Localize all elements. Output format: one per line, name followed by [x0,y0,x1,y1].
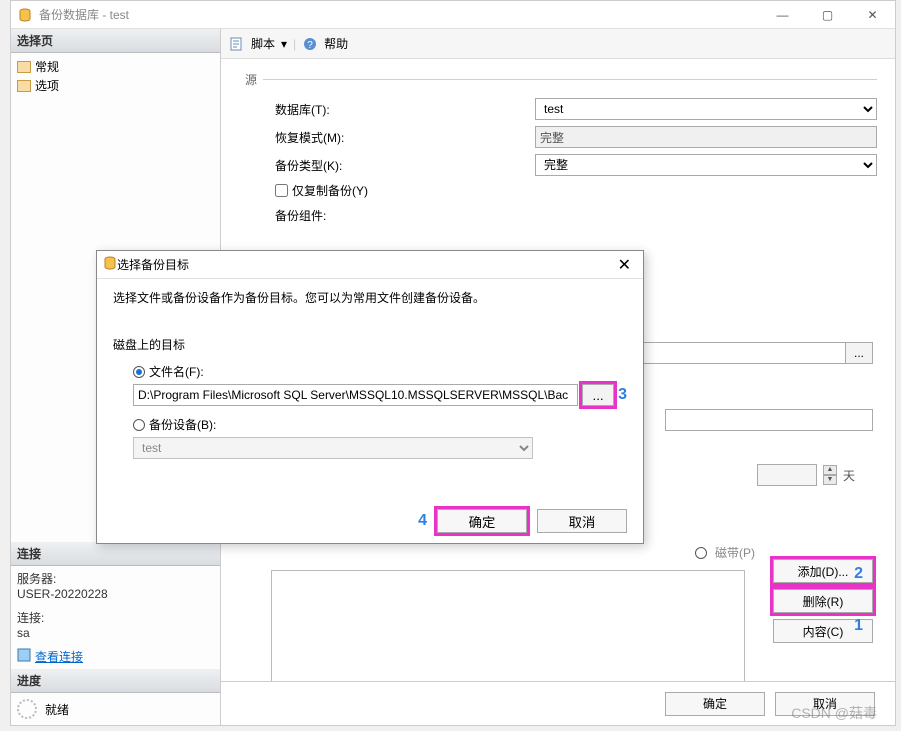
chevron-down-icon: ▾ [281,37,287,51]
modal-description: 选择文件或备份设备作为备份目标。您可以为常用文件创建备份设备。 [113,289,627,306]
backup-component-label: 备份组件: [275,207,535,224]
database-select[interactable]: test [535,98,877,120]
server-value: USER-20220228 [17,587,214,601]
annotation-3: 3 [618,386,627,404]
progress-spinner-icon [17,699,37,719]
page-icon [17,80,31,92]
recovery-label: 恢复模式(M): [275,129,535,146]
browse-button[interactable]: ... [582,384,614,406]
page-icon [17,61,31,73]
recovery-field [535,126,877,148]
script-icon [229,36,245,52]
help-button[interactable]: 帮助 [324,35,348,52]
modal-cancel-button[interactable]: 取消 [537,509,627,533]
sidebar-item-label: 选项 [35,77,59,94]
toolbar: 脚本 ▾ | ? 帮助 [221,29,895,59]
tape-label: 磁带(P) [715,544,755,561]
device-radio-label: 备份设备(B): [149,416,216,433]
database-icon [103,256,117,273]
annotation-1: 1 [854,617,863,635]
progress-status: 就绪 [45,701,69,718]
browse-main-button[interactable]: ... [845,342,873,364]
file-radio-label: 文件名(F): [149,363,204,380]
conn-value: sa [17,626,214,640]
destination-list[interactable] [271,570,745,681]
database-label: 数据库(T): [275,101,535,118]
days-label: 天 [843,467,855,484]
sidebar-item-label: 常规 [35,58,59,75]
close-button[interactable]: ✕ [850,1,895,29]
connection-header: 连接 [11,542,220,566]
help-icon: ? [302,36,318,52]
spin-up-icon[interactable]: ▲ [823,465,837,475]
device-radio[interactable] [133,419,145,431]
disk-target-label: 磁盘上的目标 [113,336,627,353]
titlebar: 备份数据库 - test — ▢ ✕ [11,1,895,29]
file-radio[interactable] [133,366,145,378]
source-group-label: 源 [245,71,257,88]
server-label: 服务器: [17,570,214,587]
device-select: test [133,437,533,459]
select-backup-dest-dialog: 选择备份目标 ✕ 选择文件或备份设备作为备份目标。您可以为常用文件创建备份设备。… [96,250,644,544]
script-dropdown[interactable]: 脚本 [251,35,275,52]
annotation-4: 4 [418,512,427,530]
spin-down-icon[interactable]: ▼ [823,475,837,485]
remove-button[interactable]: 删除(R) [773,589,873,613]
days-spinner[interactable] [757,464,817,486]
watermark: CSDN @菇毒 [791,703,877,723]
select-page-header: 选择页 [11,29,220,53]
annotation-2: 2 [854,565,863,583]
modal-close-button[interactable]: ✕ [612,255,637,275]
minimize-button[interactable]: — [760,1,805,29]
database-icon [17,7,33,23]
copy-only-label: 仅复制备份(Y) [292,182,368,199]
view-connection-link[interactable]: 查看连接 [35,648,83,665]
backup-type-select[interactable]: 完整 [535,154,877,176]
backup-type-label: 备份类型(K): [275,157,535,174]
copy-only-checkbox[interactable] [275,184,288,197]
conn-label: 连接: [17,609,214,626]
progress-header: 进度 [11,669,220,693]
modal-ok-button[interactable]: 确定 [437,509,527,533]
sidebar-item-options[interactable]: 选项 [17,76,214,95]
sidebar-item-general[interactable]: 常规 [17,57,214,76]
maximize-button[interactable]: ▢ [805,1,850,29]
svg-text:?: ? [307,40,313,51]
tape-radio[interactable] [695,547,707,559]
connection-icon [17,648,31,665]
ok-button[interactable]: 确定 [665,692,765,716]
secondary-input[interactable] [665,409,873,431]
modal-title: 选择备份目标 [117,256,189,273]
window-title: 备份数据库 - test [39,6,129,23]
file-path-input[interactable] [133,384,578,406]
